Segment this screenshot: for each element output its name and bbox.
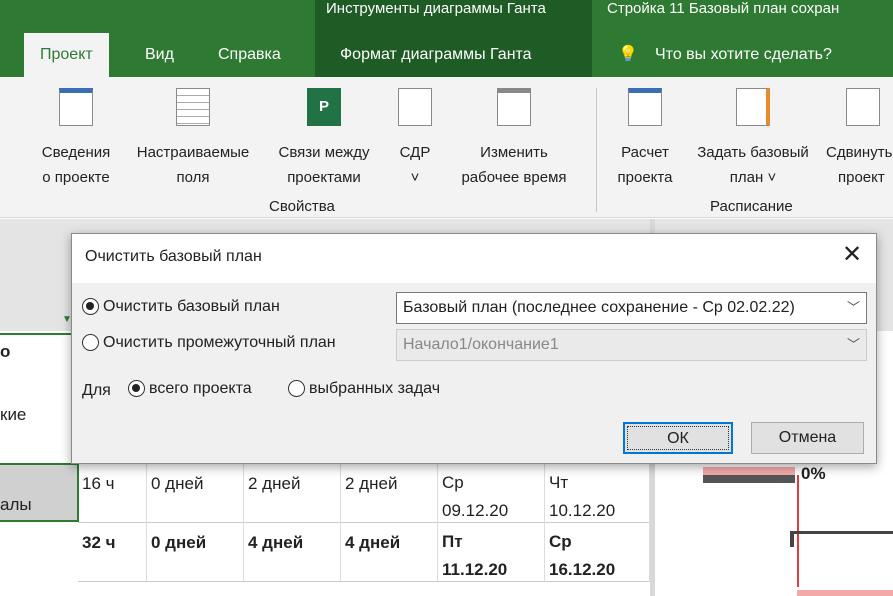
- table-row[interactable]: 16 ч 0 дней 2 дней 2 дней Ср 09.12.20 Чт…: [78, 463, 650, 523]
- set-baseline-icon: [736, 88, 770, 126]
- change-working-time-icon: [497, 88, 531, 126]
- calculate-project-icon: [628, 88, 662, 126]
- clear-baseline-dialog: Очистить базовый план ✕ Очистить базовый…: [71, 233, 877, 464]
- links-between-projects-icon: P: [307, 88, 341, 126]
- lightbulb-icon: 💡: [618, 46, 638, 63]
- tab-view[interactable]: Вид: [145, 33, 174, 77]
- project-info-icon: [59, 88, 93, 126]
- left-cell: кие: [0, 405, 27, 424]
- move-project-icon: [846, 88, 880, 126]
- group-schedule: Расписание: [710, 198, 793, 215]
- scope-entire-project-radio[interactable]: всего проекта: [128, 380, 252, 398]
- table-row[interactable]: 32 ч 0 дней 4 дней 4 дней Пт 11.12.20 Ср…: [78, 522, 650, 582]
- for-label: Для: [82, 382, 111, 399]
- dialog-title: Очистить базовый план: [85, 248, 262, 265]
- document-title: Стройка 11 Базовый план сохран: [607, 0, 840, 17]
- project-info-button[interactable]: Сведения о проекте: [33, 88, 119, 190]
- progress-label: 0%: [801, 464, 826, 483]
- wbs-button[interactable]: СДР ˅: [390, 88, 440, 190]
- set-baseline-button[interactable]: Задать базовый план ˅: [686, 88, 820, 190]
- baseline-select[interactable]: Базовый план (последнее сохранение - Ср …: [396, 292, 867, 324]
- left-cell: о: [0, 342, 11, 361]
- links-between-projects-button[interactable]: P Связи между проектами: [268, 88, 380, 190]
- interim-select: Начало1/окончание1 ﹀: [396, 329, 867, 361]
- move-project-button[interactable]: Сдвинуть проект: [826, 88, 893, 190]
- baseline-bar: [797, 590, 893, 596]
- change-working-time-button[interactable]: Изменить рабочее время: [448, 88, 580, 190]
- context-group-label: Инструменты диаграммы Ганта: [326, 0, 546, 17]
- group-properties: Свойства: [269, 198, 335, 215]
- custom-fields-icon: [176, 88, 210, 126]
- summary-bar: [790, 531, 893, 547]
- clear-baseline-radio[interactable]: Очистить базовый план: [82, 298, 280, 316]
- ok-button[interactable]: ОК: [623, 422, 733, 454]
- wbs-icon: [398, 88, 432, 126]
- tab-project[interactable]: Проект: [24, 33, 109, 77]
- close-icon[interactable]: ✕: [842, 240, 862, 269]
- tab-gantt-format[interactable]: Формат диаграммы Ганта: [340, 33, 532, 77]
- chevron-down-icon: ﹀: [846, 337, 860, 352]
- cancel-button[interactable]: Отмена: [751, 422, 864, 454]
- custom-fields-button[interactable]: Настраиваемые поля: [124, 88, 262, 190]
- tell-me-search[interactable]: Что вы хотите сделать?: [655, 33, 832, 77]
- group-divider: [596, 88, 597, 212]
- clear-interim-radio[interactable]: Очистить промежуточный план: [82, 334, 336, 352]
- calculate-project-button[interactable]: Расчет проекта: [608, 88, 682, 190]
- task-bar[interactable]: [703, 475, 795, 483]
- selected-cell[interactable]: алы: [0, 463, 79, 522]
- baseline-bar: [703, 467, 795, 475]
- scope-selected-tasks-radio[interactable]: выбранных задач: [288, 380, 440, 398]
- chevron-down-icon: ﹀: [846, 300, 860, 315]
- tab-help[interactable]: Справка: [218, 33, 281, 77]
